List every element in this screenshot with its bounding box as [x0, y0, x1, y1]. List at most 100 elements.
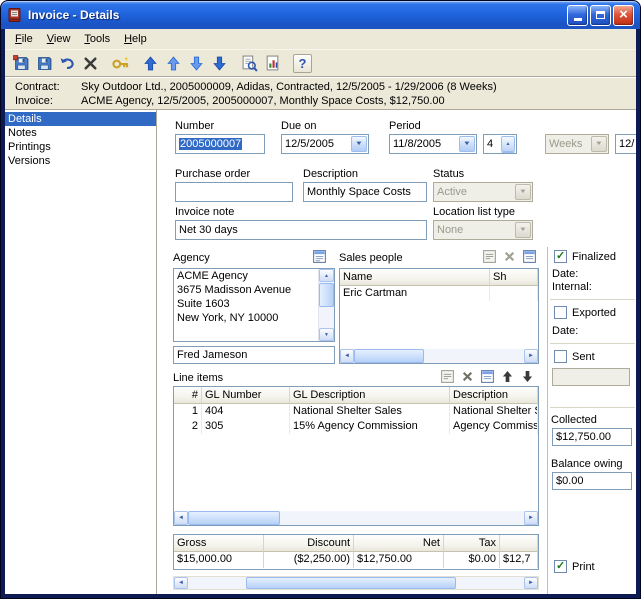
line-item-edit-button[interactable] — [437, 368, 457, 385]
cell-description: Agency Commissi — [450, 419, 538, 434]
status-panel: Finalized Date: Internal: Exported Date:… — [547, 247, 636, 594]
column-header-gl-description[interactable]: GL Description — [290, 387, 450, 404]
menu-item-help[interactable]: Help — [117, 31, 154, 47]
scrollbar-thumb[interactable] — [188, 511, 280, 525]
balance-owing-field[interactable]: $0.00 — [552, 472, 632, 490]
close-button[interactable] — [613, 4, 634, 26]
column-header-description[interactable]: Description — [450, 387, 538, 404]
undo-button[interactable] — [56, 52, 79, 75]
column-header-number[interactable]: # — [174, 387, 202, 404]
arrow-down-alt-button[interactable] — [185, 52, 208, 75]
print-preview-button[interactable] — [238, 52, 261, 75]
column-header-tax: Tax — [444, 535, 500, 552]
invoice-label: Invoice: — [15, 95, 53, 107]
location-list-type-combo: None — [433, 220, 533, 240]
scroll-left-icon[interactable] — [174, 577, 188, 589]
form-icon — [522, 250, 536, 263]
totals-header: Gross Discount Net Tax — [174, 535, 538, 552]
scroll-right-icon[interactable] — [524, 511, 538, 525]
scrollbar-thumb[interactable] — [246, 577, 456, 589]
spinner-buttons — [501, 136, 515, 153]
collected-field[interactable]: $12,750.00 — [552, 428, 632, 446]
titlebar[interactable]: Invoice - Details — [1, 1, 640, 29]
spin-down-icon[interactable] — [501, 152, 515, 153]
save-close-button[interactable] — [10, 52, 33, 75]
arrow-up-alt-button[interactable] — [162, 52, 185, 75]
line-item-row[interactable]: 2 305 15% Agency Commission Agency Commi… — [174, 419, 538, 434]
exported-row: Exported — [554, 306, 616, 319]
menu-item-view[interactable]: View — [40, 31, 78, 47]
scroll-right-icon[interactable] — [524, 577, 538, 589]
form-icon — [480, 370, 494, 383]
sidebar-item-details[interactable]: Details — [5, 112, 156, 126]
nav-down-alt-icon — [190, 56, 203, 71]
scroll-down-icon[interactable] — [319, 328, 334, 341]
spin-up-icon[interactable] — [501, 136, 515, 152]
agency-label: Agency — [173, 252, 210, 264]
scroll-left-icon[interactable] — [340, 349, 354, 363]
invoice-note-field[interactable]: Net 30 days — [175, 220, 427, 240]
number-field[interactable]: 2005000007 — [175, 134, 265, 154]
menu-item-file[interactable]: File — [8, 31, 40, 47]
agency-open-button[interactable] — [309, 248, 329, 265]
sales-horizontal-scrollbar[interactable] — [340, 349, 538, 363]
period-end-combo[interactable]: 12/ — [615, 134, 636, 154]
agency-address-list[interactable]: ACME Agency 3675 Madisson Avenue Suite 1… — [173, 268, 335, 342]
line-item-move-up-button[interactable] — [497, 368, 517, 385]
help-button[interactable] — [291, 52, 314, 75]
content-area: Details Notes Printings Versions Number … — [5, 109, 636, 594]
address-line: 3675 Madisson Avenue — [177, 284, 292, 296]
sales-row[interactable]: Eric Cartman — [340, 286, 538, 301]
menu-item-tools[interactable]: Tools — [77, 31, 117, 47]
line-item-delete-button[interactable] — [457, 368, 477, 385]
delete-button[interactable] — [79, 52, 102, 75]
description-field[interactable]: Monthly Space Costs — [303, 182, 427, 202]
minimize-button[interactable] — [567, 4, 588, 26]
purchase-order-field[interactable] — [175, 182, 293, 202]
scrollbar-thumb[interactable] — [354, 349, 424, 363]
maximize-button[interactable] — [590, 4, 611, 26]
sales-delete-button[interactable] — [499, 248, 519, 265]
sent-checkbox[interactable] — [554, 350, 567, 363]
edit-icon — [440, 370, 454, 383]
scrollbar-thumb[interactable] — [319, 283, 334, 307]
cell-number: 2 — [174, 419, 202, 434]
toolbar — [5, 49, 636, 76]
scroll-right-icon[interactable] — [524, 349, 538, 363]
line-item-properties-button[interactable] — [477, 368, 497, 385]
agency-contact-value: Fred Jameson — [177, 349, 248, 361]
line-item-row[interactable]: 1 404 National Shelter Sales National Sh… — [174, 404, 538, 419]
line-item-move-down-button[interactable] — [517, 368, 537, 385]
sidebar-item-notes[interactable]: Notes — [5, 126, 156, 140]
print-row: Print — [554, 559, 595, 573]
agency-contact-field[interactable]: Fred Jameson — [173, 346, 335, 364]
scroll-up-icon[interactable] — [319, 269, 334, 282]
sales-edit-button[interactable] — [479, 248, 499, 265]
generate-number-button[interactable] — [109, 52, 132, 75]
scroll-left-icon[interactable] — [174, 511, 188, 525]
arrow-down-button[interactable] — [208, 52, 231, 75]
sidebar-item-printings[interactable]: Printings — [5, 140, 156, 154]
column-header-name[interactable]: Name — [340, 269, 490, 286]
column-header-share[interactable]: Sh — [490, 269, 538, 286]
nav-up-icon — [144, 55, 157, 70]
agency-scrollbar[interactable] — [318, 269, 334, 341]
totals-table: Gross Discount Net Tax $15,000.00 ($2,25… — [173, 534, 539, 570]
chevron-down-icon[interactable] — [459, 136, 475, 152]
period-start-combo[interactable]: 11/8/2005 — [389, 134, 477, 154]
bottom-horizontal-scrollbar[interactable] — [173, 576, 539, 590]
print-checkbox[interactable] — [554, 559, 567, 573]
sales-properties-button[interactable] — [519, 248, 539, 265]
due-on-combo[interactable]: 12/5/2005 — [281, 134, 369, 154]
arrow-up-button[interactable] — [139, 52, 162, 75]
sidebar-item-versions[interactable]: Versions — [5, 154, 156, 168]
report-button[interactable] — [261, 52, 284, 75]
finalized-checkbox[interactable] — [554, 249, 567, 263]
exported-checkbox[interactable] — [554, 306, 567, 319]
column-header-gl-number[interactable]: GL Number — [202, 387, 290, 404]
chevron-down-icon[interactable] — [351, 136, 367, 152]
nav-up-alt-icon — [167, 55, 180, 70]
line-items-horizontal-scrollbar[interactable] — [174, 511, 538, 525]
save-button[interactable] — [33, 52, 56, 75]
period-count-spinner[interactable]: 4 — [483, 134, 517, 154]
